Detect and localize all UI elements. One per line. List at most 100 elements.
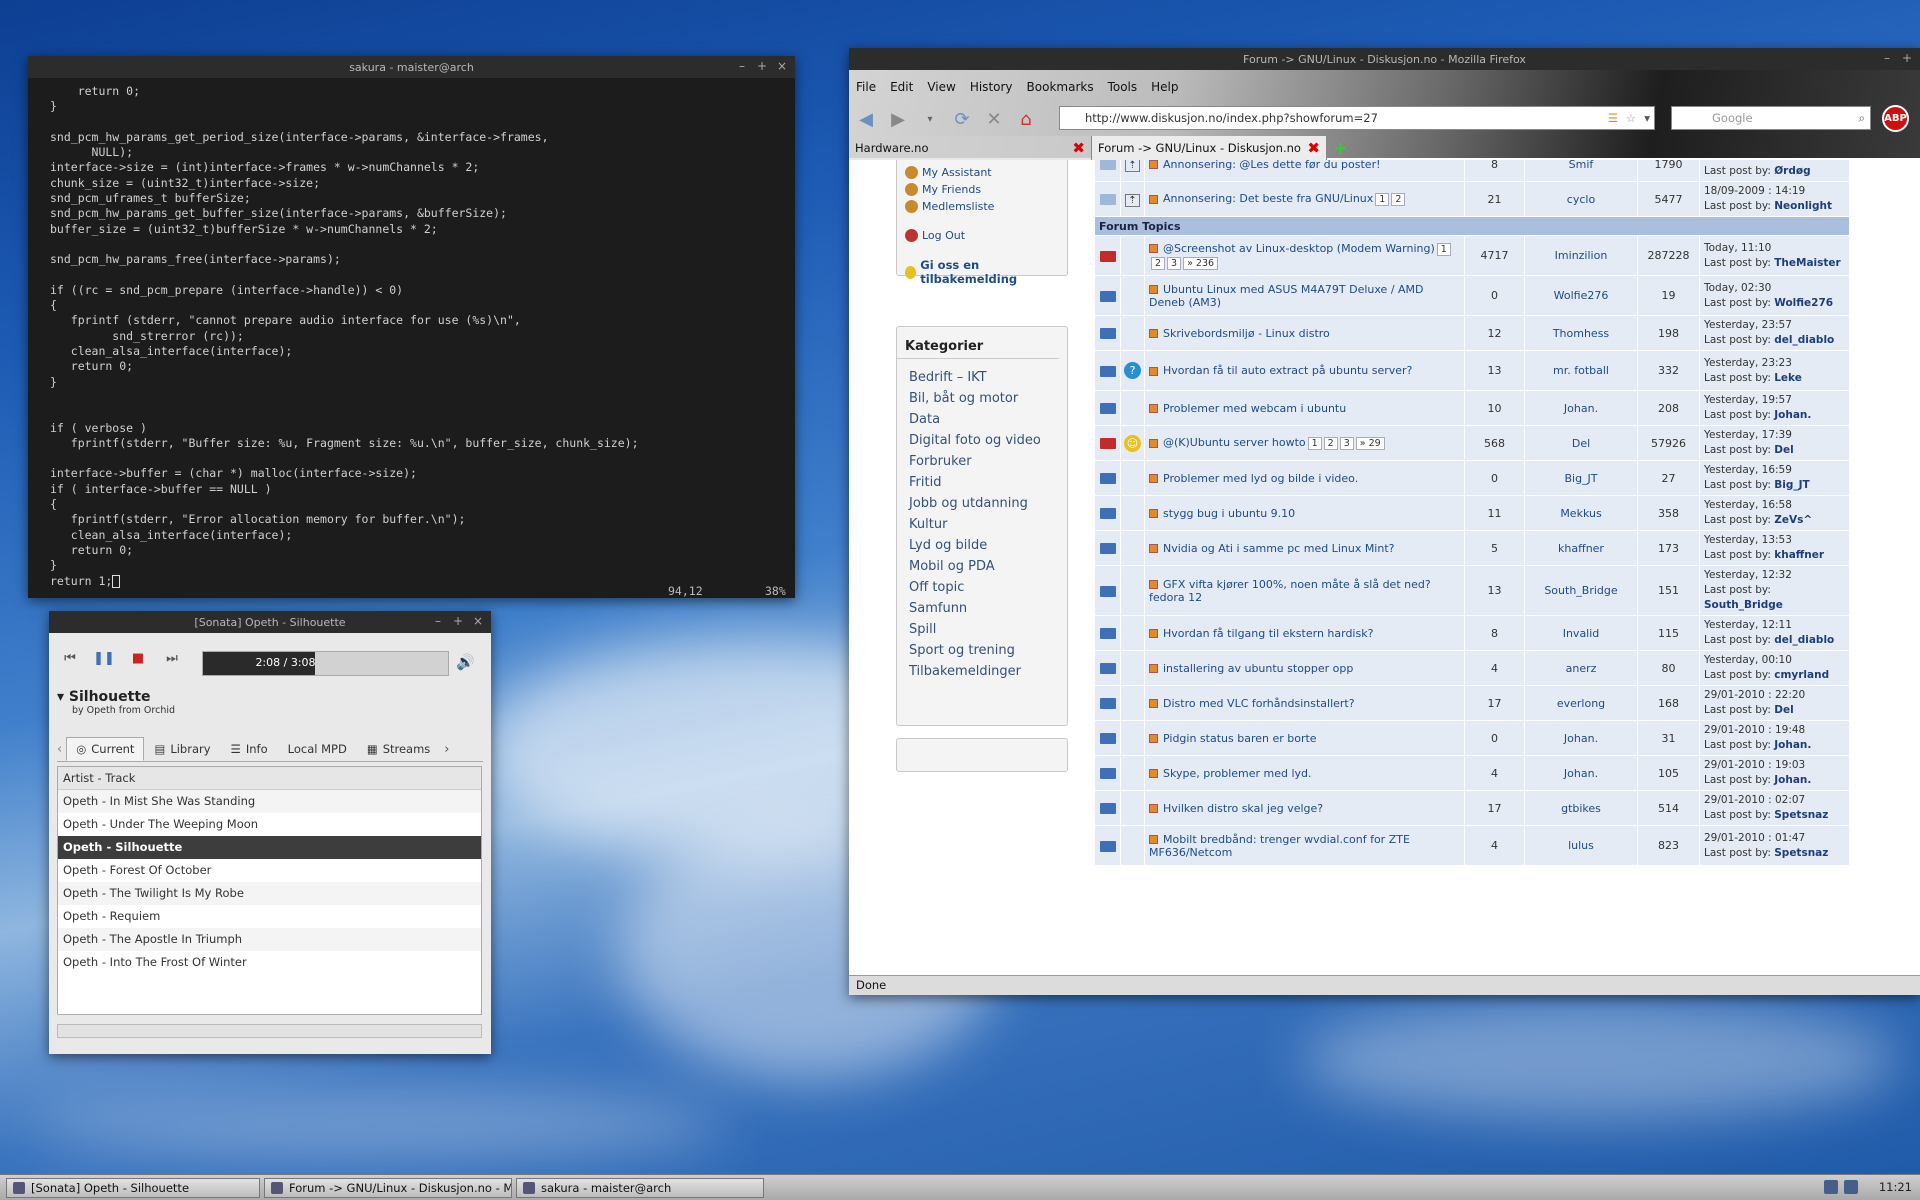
category-link[interactable]: Samfunn: [897, 598, 1067, 619]
topic-link[interactable]: Skype, problemer med lyd.: [1163, 767, 1312, 780]
last-poster-link[interactable]: del_diablo: [1774, 634, 1834, 646]
terminal-window[interactable]: sakura - maister@arch – + × return 0;} snd_…: [28, 56, 795, 598]
last-poster-link[interactable]: South_Bridge: [1704, 599, 1783, 611]
search-input[interactable]: Google ⌕: [1671, 106, 1871, 130]
topic-link[interactable]: stygg bug i ubuntu 9.10: [1163, 507, 1295, 520]
network-icon[interactable]: [1824, 1180, 1838, 1194]
playlist-item[interactable]: Opeth - Into The Frost Of Winter: [58, 951, 481, 974]
volume-icon[interactable]: 🔊: [456, 653, 475, 671]
topic-link[interactable]: Nvidia og Ati i samme pc med Linux Mint?: [1163, 542, 1395, 555]
tab-hardware[interactable]: Hardware.no ✖: [849, 136, 1092, 160]
category-link[interactable]: Kultur: [897, 514, 1067, 535]
last-poster-link[interactable]: TheMaister: [1774, 257, 1840, 269]
last-poster-link[interactable]: Big_JT: [1774, 479, 1809, 491]
last-poster-link[interactable]: Neonlight: [1774, 200, 1832, 212]
category-link[interactable]: Lyd og bilde: [897, 535, 1067, 556]
author-link[interactable]: Johan.: [1564, 767, 1598, 780]
tab-diskusjon[interactable]: Forum -> GNU/Linux - Diskusjon.no ✖: [1092, 136, 1327, 160]
page-content[interactable]: My Assistant My Friends Medlemsliste Log Ou…: [849, 160, 1920, 975]
last-poster-link[interactable]: Ørdøg: [1774, 165, 1810, 177]
last-poster-link[interactable]: Johan.: [1774, 739, 1811, 751]
history-dropdown-icon[interactable]: ▾: [919, 114, 941, 125]
last-poster-link[interactable]: cmyrland: [1774, 669, 1829, 681]
playlist-item[interactable]: Opeth - Silhouette: [58, 836, 481, 859]
category-link[interactable]: Bedrift – IKT: [897, 367, 1067, 388]
user-icon[interactable]: [1844, 1180, 1858, 1194]
sonata-window[interactable]: [Sonata] Opeth - Silhouette – + × ⏮ ❚❚ ■ ⏭…: [49, 611, 491, 1054]
playlist-column-header[interactable]: Artist - Track: [58, 767, 481, 790]
url-bar[interactable]: http://www.diskusjon.no/index.php?showfo…: [1059, 106, 1655, 130]
tab-scroll-right-icon[interactable]: ›: [440, 742, 449, 761]
topic-link[interactable]: Hvordan få til auto extract på ubuntu se…: [1163, 364, 1412, 377]
playlist-item[interactable]: Opeth - The Apostle In Triumph: [58, 928, 481, 951]
last-poster-link[interactable]: del_diablo: [1774, 334, 1834, 346]
topic-link[interactable]: Annonsering: @Les dette før du poster!: [1163, 160, 1381, 171]
search-icon[interactable]: ⌕: [1859, 107, 1865, 129]
author-link[interactable]: lulus: [1568, 839, 1594, 852]
minimize-icon[interactable]: –: [1880, 51, 1894, 65]
firefox-window[interactable]: Forum -> GNU/Linux - Diskusjon.no - Mozi…: [849, 48, 1920, 995]
menu-file[interactable]: File: [856, 80, 876, 94]
page-link[interactable]: 2: [1391, 193, 1406, 206]
back-icon[interactable]: ◀: [855, 109, 877, 130]
playlist-item[interactable]: Opeth - Under The Weeping Moon: [58, 813, 481, 836]
topic-link[interactable]: @Screenshot av Linux-desktop (Modem Warn…: [1163, 242, 1435, 255]
home-icon[interactable]: ⌂: [1015, 109, 1037, 130]
author-link[interactable]: mr. fotball: [1553, 364, 1609, 377]
page-link[interactable]: » 29: [1355, 437, 1385, 450]
author-link[interactable]: Johan.: [1564, 732, 1598, 745]
category-link[interactable]: Data: [897, 409, 1067, 430]
category-link[interactable]: Bil, båt og motor: [897, 388, 1067, 409]
topic-link[interactable]: Skrivebordsmiljø - Linux distro: [1163, 327, 1330, 340]
page-link[interactable]: 2: [1323, 437, 1338, 450]
url-dropdown-icon[interactable]: ▾: [1644, 107, 1650, 129]
playlist-item[interactable]: Opeth - Forest Of October: [58, 859, 481, 882]
tab-local-mpd[interactable]: Local MPD: [278, 737, 357, 761]
author-link[interactable]: Invalid: [1563, 627, 1600, 640]
maximize-icon[interactable]: +: [451, 614, 465, 628]
last-poster-link[interactable]: ZeVs^: [1774, 514, 1812, 526]
category-link[interactable]: Digital foto og video: [897, 430, 1067, 451]
category-link[interactable]: Tilbakemeldinger: [897, 661, 1067, 682]
author-link[interactable]: Mekkus: [1560, 507, 1601, 520]
category-link[interactable]: Off topic: [897, 577, 1067, 598]
firefox-titlebar[interactable]: Forum -> GNU/Linux - Diskusjon.no - Mozi…: [849, 48, 1920, 70]
page-link[interactable]: » 236: [1183, 256, 1219, 270]
topic-link[interactable]: installering av ubuntu stopper opp: [1163, 662, 1353, 675]
pause-button[interactable]: ❚❚: [93, 649, 115, 667]
sidebar-link[interactable]: My Friends: [897, 181, 1067, 198]
page-link[interactable]: 1: [1436, 242, 1451, 256]
author-link[interactable]: Iminzilion: [1555, 249, 1608, 262]
close-tab-icon[interactable]: ✖: [1307, 139, 1320, 157]
previous-track-button[interactable]: ⏮: [59, 649, 81, 667]
terminal-titlebar[interactable]: sakura - maister@arch – + ×: [28, 56, 795, 78]
maximize-icon[interactable]: +: [755, 59, 769, 73]
menu-help[interactable]: Help: [1151, 80, 1178, 94]
maximize-icon[interactable]: +: [1900, 51, 1914, 65]
topic-link[interactable]: Annonsering: Det beste fra GNU/Linux: [1163, 192, 1373, 205]
forward-icon[interactable]: ▶: [887, 109, 909, 130]
last-poster-link[interactable]: Spetsnaz: [1774, 809, 1828, 821]
category-link[interactable]: Spill: [897, 619, 1067, 640]
topic-link[interactable]: GFX vifta kjører 100%, noen måte å slå d…: [1149, 578, 1431, 604]
adblock-plus-icon[interactable]: ABP: [1882, 105, 1909, 132]
playlist-item[interactable]: Opeth - In Mist She Was Standing: [58, 790, 481, 813]
page-link[interactable]: 3: [1339, 437, 1354, 450]
close-icon[interactable]: ×: [471, 614, 485, 628]
topic-link[interactable]: Problemer med lyd og bilde i video.: [1163, 472, 1358, 485]
close-tab-icon[interactable]: ✖: [1072, 139, 1085, 157]
minimize-icon[interactable]: –: [431, 614, 445, 628]
author-link[interactable]: Wolfie276: [1554, 289, 1609, 302]
sidebar-link[interactable]: Log Out: [897, 227, 1067, 244]
author-link[interactable]: Smif: [1569, 160, 1594, 171]
author-link[interactable]: gtbikes: [1561, 802, 1601, 815]
tab-current[interactable]: ◎ Current: [66, 737, 145, 761]
tab-scroll-left-icon[interactable]: ‹: [57, 742, 66, 761]
task-terminal[interactable]: sakura - maister@arch: [516, 1177, 764, 1198]
author-link[interactable]: khaffner: [1558, 542, 1604, 555]
category-link[interactable]: Forbruker: [897, 451, 1067, 472]
author-link[interactable]: Johan.: [1564, 402, 1598, 415]
author-link[interactable]: Big_JT: [1564, 472, 1597, 485]
minimize-icon[interactable]: –: [735, 59, 749, 73]
last-poster-link[interactable]: Wolfie276: [1774, 297, 1833, 309]
